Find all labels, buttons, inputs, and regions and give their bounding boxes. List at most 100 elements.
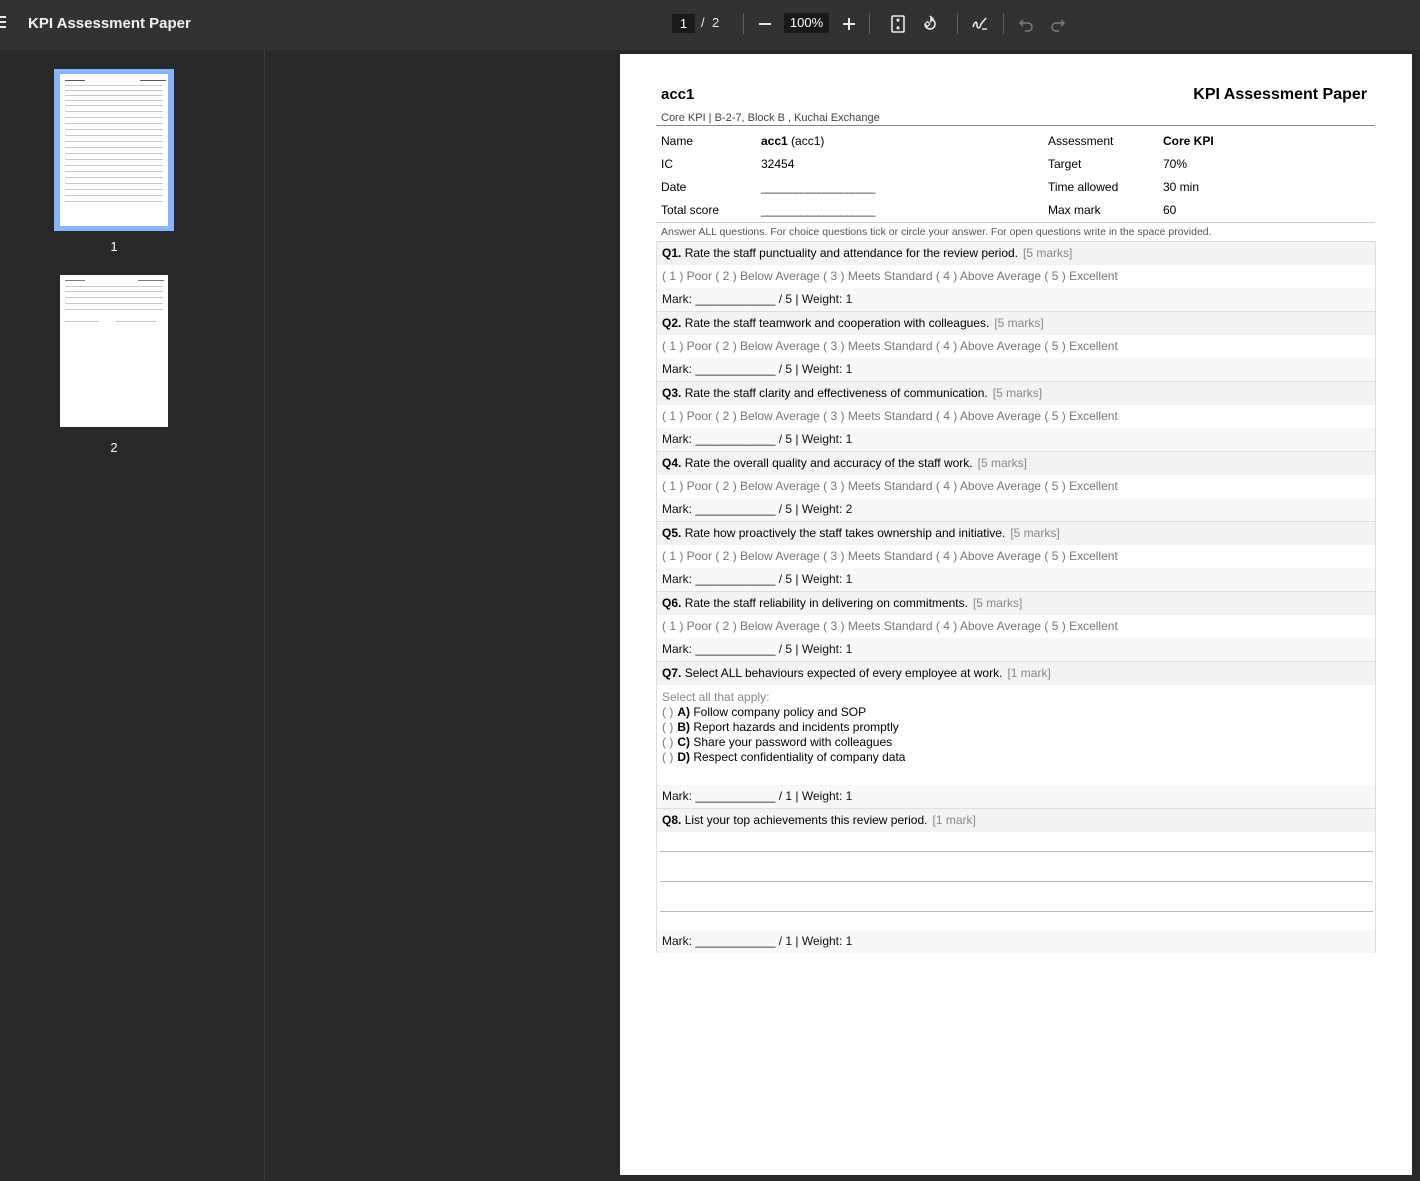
mark-line: Mark: ____________ / 5 | Weight: 1 bbox=[657, 428, 1375, 451]
info-divider bbox=[656, 222, 1375, 223]
thumbnail-page-2[interactable]: 2 bbox=[54, 270, 174, 455]
candidate-name-heading: acc1 bbox=[661, 86, 695, 103]
question-heading: Q5. Rate how proactively the staff takes… bbox=[657, 521, 1375, 545]
date-blank: ____________________ bbox=[761, 180, 875, 194]
fit-page-icon bbox=[891, 15, 905, 33]
question-heading: Q8. List your top achievements this revi… bbox=[657, 808, 1375, 832]
target-label: Target bbox=[1048, 157, 1082, 171]
mark-line: Mark: ____________ / 1 | Weight: 1 bbox=[657, 785, 1375, 808]
question-heading: Q3. Rate the staff clarity and effective… bbox=[657, 381, 1375, 405]
assessment-value: Core KPI bbox=[1163, 134, 1214, 148]
plus-icon bbox=[843, 18, 855, 30]
question-list: Q1. Rate the staff punctuality and atten… bbox=[656, 241, 1376, 953]
thumbnail-page-1[interactable]: 1 bbox=[54, 69, 174, 254]
option-a: ( ) A) Follow company policy and SOP bbox=[662, 705, 867, 719]
name-label: Name bbox=[661, 134, 694, 148]
option-b: ( ) B) Report hazards and incidents promp… bbox=[662, 720, 899, 734]
target-value: 70% bbox=[1163, 157, 1188, 171]
document-title: KPI Assessment Paper bbox=[28, 15, 191, 32]
info-row: Total score ____________________ Max mar… bbox=[661, 201, 1375, 224]
zoom-input[interactable]: 100% bbox=[784, 13, 829, 33]
rating-scale: ( 1 ) Poor ( 2 ) Below Average ( 3 ) Mee… bbox=[662, 269, 1118, 283]
mark-line: Mark: ____________ / 5 | Weight: 2 bbox=[657, 498, 1375, 521]
rating-scale: ( 1 ) Poor ( 2 ) Below Average ( 3 ) Mee… bbox=[662, 339, 1118, 353]
pdf-toolbar: KPI Assessment Paper 1 / 2 100% bbox=[0, 0, 1420, 50]
rotate-icon bbox=[924, 15, 936, 30]
question-block-q7: Q7. Select ALL behaviours expected of ev… bbox=[657, 661, 1375, 808]
minus-icon bbox=[759, 23, 771, 25]
thumbnail-label: 2 bbox=[110, 440, 118, 455]
page-number-input[interactable]: 1 bbox=[672, 14, 695, 33]
option-d: ( ) D) Respect confidentiality of company… bbox=[662, 750, 906, 764]
header-divider bbox=[656, 125, 1375, 126]
info-row: Date ____________________ Time allowed 3… bbox=[661, 178, 1375, 201]
zoom-out-button[interactable] bbox=[752, 11, 778, 37]
rotate-button[interactable] bbox=[917, 11, 943, 37]
mark-line: Mark: ____________ / 5 | Weight: 1 bbox=[657, 358, 1375, 381]
assessment-label: Assessment bbox=[1048, 134, 1114, 148]
option-c: ( ) C) Share your password with colleague… bbox=[662, 735, 893, 749]
info-row: IC 32454 Target 70% bbox=[661, 155, 1375, 178]
total-score-blank: ____________________ bbox=[761, 203, 875, 217]
answer-line bbox=[660, 911, 1373, 912]
question-block: Q5. Rate how proactively the staff takes… bbox=[657, 521, 1375, 591]
question-heading: Q6. Rate the staff reliability in delive… bbox=[657, 591, 1375, 615]
instructions: Answer ALL questions. For choice questio… bbox=[661, 226, 1212, 238]
date-label: Date bbox=[661, 180, 687, 194]
thumbnail-sidebar: 1 2 bbox=[0, 50, 265, 1181]
select-hint: Select all that apply: bbox=[662, 690, 770, 704]
thumbnail-page-image bbox=[60, 74, 168, 226]
redo-button[interactable] bbox=[1045, 11, 1071, 37]
multi-select-options: Select all that apply: ( ) A) Follow comp… bbox=[657, 685, 1375, 785]
question-heading: Q2. Rate the staff teamwork and cooperat… bbox=[657, 311, 1375, 335]
total-score-label: Total score bbox=[661, 203, 720, 217]
mark-line: Mark: ____________ / 5 | Weight: 1 bbox=[657, 568, 1375, 591]
name-value: acc1 (acc1) bbox=[761, 134, 825, 148]
toolbar-divider bbox=[1003, 13, 1004, 34]
answer-line bbox=[660, 881, 1373, 882]
info-row: Name acc1 (acc1) Assessment Core KPI bbox=[661, 132, 1375, 155]
fit-to-page-button[interactable] bbox=[885, 11, 911, 37]
mark-line: Mark: ____________ / 5 | Weight: 1 bbox=[657, 288, 1375, 311]
question-block-q8: Q8. List your top achievements this revi… bbox=[657, 808, 1375, 953]
answer-line bbox=[660, 851, 1373, 852]
paper-subtitle: Core KPI | B-2-7, Block B , Kuchai Excha… bbox=[661, 112, 880, 124]
question-block: Q4. Rate the overall quality and accurac… bbox=[657, 451, 1375, 521]
page-separator: / bbox=[701, 15, 705, 30]
rating-scale: ( 1 ) Poor ( 2 ) Below Average ( 3 ) Mee… bbox=[662, 619, 1118, 633]
thumbnail-page-image bbox=[60, 275, 168, 427]
candidate-info-table: Name acc1 (acc1) Assessment Core KPI IC … bbox=[661, 132, 1375, 224]
toolbar-divider bbox=[743, 13, 744, 34]
question-block: Q3. Rate the staff clarity and effective… bbox=[657, 381, 1375, 451]
undo-button[interactable] bbox=[1013, 11, 1039, 37]
redo-icon bbox=[1051, 19, 1066, 32]
time-allowed-value: 30 min bbox=[1163, 180, 1200, 194]
question-heading: Q4. Rate the overall quality and accurac… bbox=[657, 451, 1375, 475]
undo-icon bbox=[1018, 19, 1033, 32]
mark-line: Mark: ____________ / 1 | Weight: 1 bbox=[657, 930, 1375, 953]
zoom-in-button[interactable] bbox=[836, 11, 862, 37]
menu-icon[interactable] bbox=[0, 16, 6, 32]
question-block: Q6. Rate the staff reliability in delive… bbox=[657, 591, 1375, 661]
pen-icon bbox=[972, 17, 987, 30]
mark-line: Mark: ____________ / 5 | Weight: 1 bbox=[657, 638, 1375, 661]
max-mark-label: Max mark bbox=[1048, 203, 1101, 217]
time-allowed-label: Time allowed bbox=[1048, 180, 1119, 194]
ic-value: 32454 bbox=[761, 157, 795, 171]
rating-scale: ( 1 ) Poor ( 2 ) Below Average ( 3 ) Mee… bbox=[662, 479, 1118, 493]
answer-lines bbox=[657, 832, 1375, 930]
ic-label: IC bbox=[661, 157, 673, 171]
question-heading: Q1. Rate the staff punctuality and atten… bbox=[657, 241, 1375, 265]
paper-title: KPI Assessment Paper bbox=[1193, 86, 1367, 103]
document-viewer[interactable]: acc1 KPI Assessment Paper Core KPI | B-2… bbox=[265, 50, 1420, 1181]
toolbar-divider bbox=[869, 13, 870, 34]
thumbnail-label: 1 bbox=[110, 239, 118, 254]
annotate-button[interactable] bbox=[967, 11, 993, 37]
question-block: Q1. Rate the staff punctuality and atten… bbox=[657, 241, 1375, 311]
rating-scale: ( 1 ) Poor ( 2 ) Below Average ( 3 ) Mee… bbox=[662, 409, 1118, 423]
question-heading: Q7. Select ALL behaviours expected of ev… bbox=[657, 661, 1375, 685]
max-mark-value: 60 bbox=[1163, 203, 1177, 217]
question-block: Q2. Rate the staff teamwork and cooperat… bbox=[657, 311, 1375, 381]
pdf-page: acc1 KPI Assessment Paper Core KPI | B-2… bbox=[620, 54, 1412, 1175]
rating-scale: ( 1 ) Poor ( 2 ) Below Average ( 3 ) Mee… bbox=[662, 549, 1118, 563]
